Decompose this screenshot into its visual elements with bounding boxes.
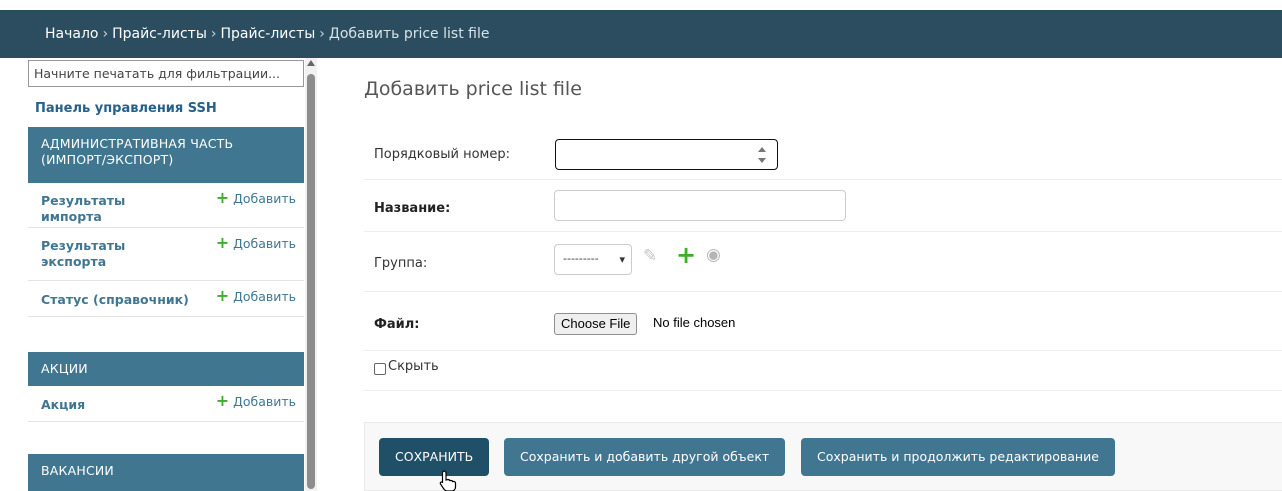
- sidebar-item-label[interactable]: Результаты экспорта: [41, 238, 151, 270]
- ssh-panel-link[interactable]: Панель управления SSH: [35, 101, 217, 116]
- breadcrumb-current: Добавить price list file: [328, 26, 490, 42]
- field-row-hide: Скрыть: [364, 351, 1282, 391]
- add-link-label: Добавить: [233, 394, 296, 409]
- order-number-input[interactable]: [555, 139, 778, 170]
- sidebar-item-label[interactable]: Акция: [41, 397, 85, 413]
- plus-icon: +: [215, 286, 230, 305]
- top-strip: [0, 0, 1282, 10]
- submit-row: СОХРАНИТЬ Сохранить и добавить другой об…: [364, 422, 1282, 491]
- add-export-results-link[interactable]: + Добавить: [216, 233, 296, 252]
- save-and-continue-button[interactable]: Сохранить и продолжить редактирование: [801, 438, 1115, 476]
- hide-label[interactable]: Скрыть: [388, 359, 439, 374]
- order-label: Порядковый номер:: [374, 147, 510, 162]
- sidebar-item-label[interactable]: Статус (справочник): [41, 292, 189, 308]
- hide-checkbox[interactable]: [374, 363, 386, 375]
- field-row-group: Группа: --------- ▾ ✎ + ◉: [364, 232, 1282, 292]
- name-label: Название:: [374, 201, 451, 216]
- sidebar-filter-input[interactable]: [28, 60, 304, 87]
- plus-icon: +: [215, 233, 230, 252]
- add-link-label: Добавить: [233, 289, 296, 304]
- breadcrumb-separator: ›: [319, 26, 325, 42]
- eye-icon[interactable]: ◉: [706, 245, 721, 265]
- sidebar-scrollbar[interactable]: [305, 58, 317, 491]
- sidebar-item-import-results: Результаты импорта + Добавить: [28, 183, 304, 228]
- group-label: Группа:: [374, 256, 428, 271]
- sidebar-item-label[interactable]: Результаты импорта: [41, 193, 151, 225]
- choose-file-button[interactable]: Choose File: [554, 313, 638, 335]
- group-selected-value: ---------: [563, 252, 599, 265]
- section-header-import-export[interactable]: АДМИНИСТРАТИВНАЯ ЧАСТЬ (ИМПОРТ/ЭКСПОРТ): [28, 127, 304, 183]
- stepper-down-icon[interactable]: [758, 158, 766, 163]
- plus-icon: +: [215, 188, 230, 207]
- pencil-icon[interactable]: ✎: [643, 246, 657, 266]
- breadcrumb-home[interactable]: Начало: [45, 26, 98, 42]
- file-status: No file chosen: [653, 315, 736, 330]
- field-row-file: Файл: Choose File No file chosen: [364, 292, 1282, 351]
- save-button[interactable]: СОХРАНИТЬ: [379, 438, 490, 476]
- stepper-up-icon[interactable]: [758, 147, 766, 152]
- add-link-label: Добавить: [233, 236, 296, 251]
- breadcrumb-model[interactable]: Прайс-листы: [221, 26, 316, 42]
- hand-cursor-icon: [439, 470, 457, 491]
- add-import-results-link[interactable]: + Добавить: [216, 188, 296, 207]
- chevron-down-icon: ▾: [619, 253, 625, 266]
- name-input[interactable]: [554, 190, 846, 221]
- section-header-vacancies[interactable]: ВАКАНСИИ: [28, 454, 304, 491]
- add-promotion-link[interactable]: + Добавить: [216, 391, 296, 410]
- file-label: Файл:: [374, 317, 420, 332]
- field-row-name: Название:: [364, 180, 1282, 232]
- plus-icon: +: [215, 391, 230, 410]
- sidebar-item-status: Статус (справочник) + Добавить: [28, 281, 304, 317]
- number-stepper[interactable]: [757, 147, 767, 163]
- page-title: Добавить price list file: [364, 78, 582, 100]
- sidebar-item-export-results: Результаты экспорта + Добавить: [28, 228, 304, 281]
- plus-icon[interactable]: +: [676, 241, 696, 269]
- section-header-promotions[interactable]: АКЦИИ: [28, 352, 304, 386]
- breadcrumb: Начало › Прайс-листы › Прайс-листы › Доб…: [0, 10, 1282, 58]
- breadcrumb-separator: ›: [102, 26, 109, 42]
- sidebar-item-promotion: Акция + Добавить: [28, 386, 304, 422]
- save-and-add-another-button[interactable]: Сохранить и добавить другой объект: [504, 438, 786, 476]
- group-select[interactable]: --------- ▾: [554, 244, 632, 275]
- scroll-up-arrow-icon[interactable]: [307, 60, 315, 66]
- add-status-link[interactable]: + Добавить: [216, 286, 296, 305]
- sidebar: Панель управления SSH АДМИНИСТРАТИВНАЯ Ч…: [28, 58, 304, 491]
- add-link-label: Добавить: [233, 191, 296, 206]
- breadcrumb-separator: ›: [210, 26, 217, 42]
- field-row-order: Порядковый номер:: [364, 129, 1282, 180]
- breadcrumb-app[interactable]: Прайс-листы: [112, 26, 207, 42]
- scrollbar-thumb[interactable]: [307, 74, 315, 489]
